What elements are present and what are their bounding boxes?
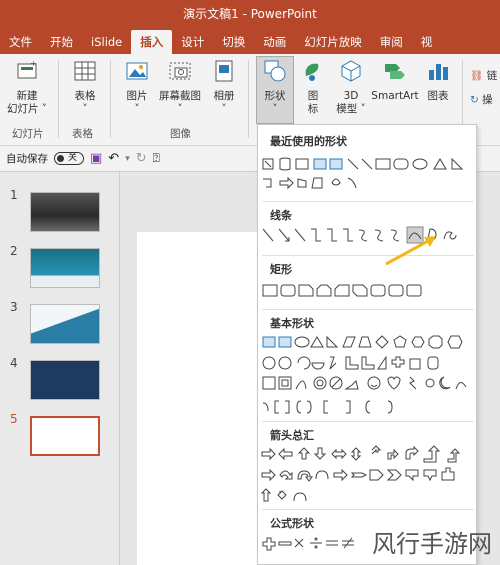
icons-button[interactable]: 图 标 [298, 58, 328, 116]
lines-row[interactable] [258, 225, 476, 247]
album-icon [215, 60, 233, 82]
picture-button[interactable]: 图片 ˅ [120, 58, 154, 116]
tab-insert[interactable]: 插入 [131, 30, 173, 54]
smartart-icon [385, 64, 405, 79]
separator [262, 309, 474, 310]
link-button[interactable]: ⛓ 链 [470, 68, 497, 83]
slide-number: 4 [10, 356, 18, 370]
screenshot-button[interactable]: 屏幕截图 ˅ [156, 58, 204, 116]
tab-transitions[interactable]: 切换 [213, 30, 254, 54]
present-icon[interactable]: ⍰ [153, 151, 160, 166]
screenshot-label: 屏幕截图 ˅ [159, 90, 201, 115]
action-button[interactable]: ↻ 操 [470, 92, 493, 107]
autosave-toggle-label: 关 [68, 153, 78, 163]
tab-review[interactable]: 审阅 [371, 30, 412, 54]
separator [262, 509, 474, 510]
autosave-toggle[interactable]: 关 [54, 152, 84, 165]
separator [262, 201, 474, 202]
undo-icon[interactable]: ↶ [108, 151, 119, 166]
slide-thumbnail-2[interactable] [30, 248, 100, 288]
smartart-label: SmartArt [371, 90, 419, 102]
table-icon [74, 61, 96, 81]
watermark-text: 风行手游网 [372, 530, 492, 558]
section-recent-shapes: 最近使用的形状 [270, 135, 347, 148]
recent-shapes-row[interactable] [258, 153, 476, 197]
shapes-button[interactable]: 形状 ˅ [258, 58, 292, 116]
new-slide-button[interactable]: + 新建 幻灯片 ˅ [6, 58, 48, 116]
section-lines: 线条 [270, 209, 292, 222]
group-label-images: 图像 [170, 128, 191, 140]
link-icon: ⛓ [470, 70, 484, 82]
arrows-grid[interactable] [258, 445, 476, 509]
undo-dropdown-icon[interactable]: ▾ [125, 154, 130, 164]
smartart-button[interactable]: SmartArt [370, 58, 420, 103]
group-label-slides: 幻灯片 [12, 128, 44, 140]
picture-icon [126, 62, 148, 80]
separator [262, 255, 474, 256]
tab-home[interactable]: 开始 [41, 30, 82, 54]
shapes-dropdown: 最近使用的形状 线条 矩形 基本形状 箭头总汇 公式形状 [257, 124, 477, 565]
separator [262, 421, 474, 422]
slide-thumbnail-panel: 1 2 3 4 5 [0, 172, 120, 565]
icons-label: 图 标 [307, 90, 319, 115]
table-button[interactable]: 表格 ˅ [68, 58, 102, 116]
shapes-label: 形状 ˅ [264, 90, 286, 115]
annotation-arrow [385, 236, 436, 266]
basic-shapes-grid[interactable] [258, 333, 476, 397]
slide-thumbnail-3[interactable] [30, 304, 100, 344]
album-button[interactable]: 相册 ˅ [208, 58, 240, 116]
tab-view[interactable]: 视 [412, 30, 442, 54]
group-label-tables: 表格 [72, 128, 93, 140]
tab-file[interactable]: 文件 [0, 30, 41, 54]
3d-model-label: 3D 模型 ˅ [336, 90, 366, 115]
tab-design[interactable]: 设计 [172, 30, 213, 54]
redo-icon[interactable]: ↻ [136, 151, 147, 166]
brackets-row[interactable] [258, 397, 476, 417]
section-basic-shapes: 基本形状 [270, 317, 314, 330]
slide-canvas[interactable] [137, 232, 267, 565]
svg-text:+: + [30, 59, 37, 68]
slide-number: 3 [10, 300, 18, 314]
picture-label: 图片 ˅ [126, 90, 148, 115]
chart-icon [429, 64, 448, 80]
link-label: 链 [486, 70, 498, 82]
slide-thumbnail-1[interactable] [30, 192, 100, 232]
window-title: 演示文稿1 - PowerPoint [0, 0, 500, 28]
tab-slideshow[interactable]: 幻灯片放映 [295, 30, 371, 54]
tab-animations[interactable]: 动画 [254, 30, 295, 54]
ribbon-tabs: 文件 开始 iSlide 插入 设计 切换 动画 幻灯片放映 审阅 视 [0, 28, 500, 54]
autosave-label: 自动保存 [6, 153, 48, 165]
save-icon[interactable]: ▣ [90, 151, 102, 166]
shapes-icon [264, 60, 286, 82]
rectangles-row[interactable] [258, 281, 476, 301]
section-rectangles: 矩形 [270, 263, 292, 276]
table-label: 表格 ˅ [74, 90, 96, 115]
3d-model-button[interactable]: 3D 模型 ˅ [334, 58, 368, 116]
action-icon: ↻ [470, 94, 479, 106]
action-label: 操 [482, 94, 493, 106]
chart-label: 图表 [427, 90, 449, 102]
slide-number: 5 [10, 412, 18, 426]
cube-icon [341, 60, 361, 82]
section-formula-shapes: 公式形状 [270, 517, 314, 530]
section-arrows: 箭头总汇 [270, 429, 314, 442]
slide-thumbnail-4[interactable] [30, 360, 100, 400]
new-slide-label: 新建 幻灯片 ˅ [6, 90, 48, 115]
screenshot-icon [169, 62, 191, 80]
album-label: 相册 ˅ [213, 90, 235, 115]
chart-button[interactable]: 图表 [422, 58, 454, 103]
slide-number: 2 [10, 244, 18, 258]
icons-icon [305, 63, 319, 81]
slide-number: 1 [10, 188, 18, 202]
tab-islide[interactable]: iSlide [82, 30, 131, 54]
slide-thumbnail-5[interactable] [30, 416, 100, 456]
new-slide-icon: + [17, 59, 37, 79]
